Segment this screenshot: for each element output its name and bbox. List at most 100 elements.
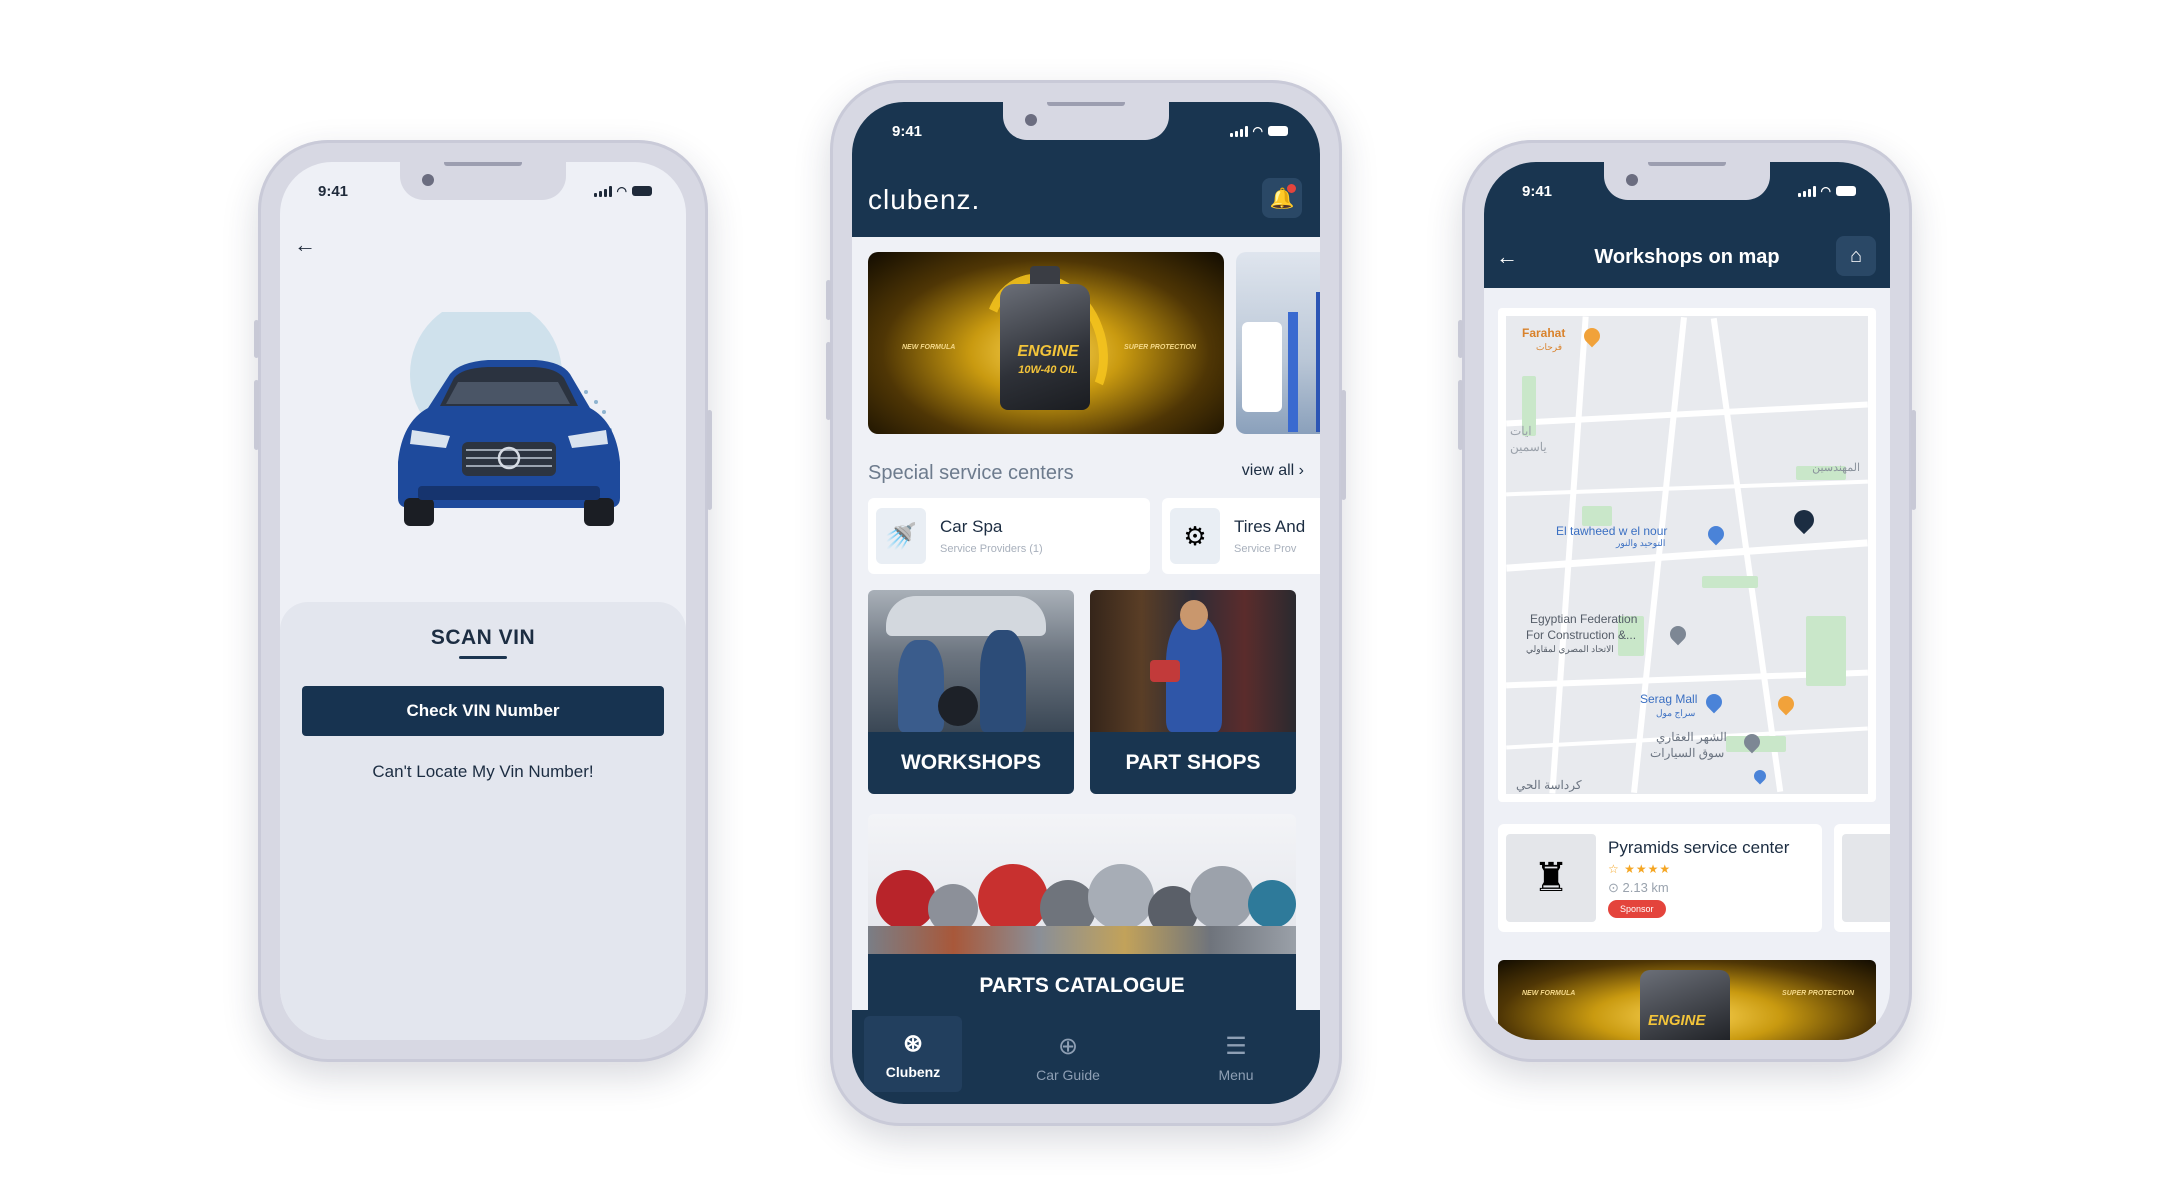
tab-label: Clubenz	[885, 1063, 941, 1080]
map-label-federation-2: For Construction &...	[1526, 628, 1637, 642]
map-label-aiyat: ايات	[1510, 424, 1532, 438]
service-name: Tires And	[1234, 517, 1306, 536]
status-time: 9:41	[318, 182, 349, 200]
service-subtitle: Service Providers (1)	[940, 543, 1043, 555]
service-name: Car Spa	[940, 517, 1003, 536]
home-icon[interactable]: ⌂	[1836, 236, 1876, 276]
map-label-federation-ar: الاتحاد المصري لمقاولي	[1526, 644, 1614, 654]
banner-tag-right: SUPER PROTECTION	[1782, 990, 1854, 997]
back-arrow-icon[interactable]: ←	[294, 232, 316, 258]
phone-workshops-map: ← Workshops on map ⌂ 9:41 ◠ Farahat فرحا…	[1458, 140, 1916, 1062]
signal-icon	[1797, 185, 1816, 197]
workshops-image	[868, 590, 1074, 732]
notch	[400, 162, 566, 200]
section-title: Special service centers	[868, 462, 1074, 484]
map-label-kardasa: كرداسة الحي	[1516, 778, 1582, 792]
map-label-tawheed-ar: التوحيد والنور	[1616, 538, 1666, 548]
banner-tag-right: SUPER PROTECTION	[1124, 344, 1196, 351]
battery-icon	[1836, 186, 1856, 196]
bell-icon[interactable]: 🔔	[1262, 178, 1302, 218]
banner-line1: ENGINE	[1017, 343, 1079, 360]
cant-locate-vin-link[interactable]: Can't Locate My Vin Number!	[280, 762, 686, 782]
status-icons: ◠	[1229, 124, 1288, 138]
banner-line2: 10W-40 OIL	[1018, 363, 1078, 376]
scan-vin-panel: SCAN VIN Check VIN Number Can't Locate M…	[280, 602, 686, 1040]
banner-tag-left: NEW FORMULA	[1522, 990, 1576, 997]
wifi-icon: ◠	[1820, 184, 1831, 198]
car-illustration	[398, 312, 620, 526]
workshops-tile[interactable]: WORKSHOPS	[868, 590, 1074, 794]
banner-product-text: ENGINE 10W-40 OIL	[1008, 343, 1088, 378]
promo-banner[interactable]: ENGINE 10W-40 OIL NEW FORMULA SUPER PROTE…	[868, 252, 1224, 434]
promo-banner-next[interactable]	[1236, 252, 1320, 434]
title-underline	[459, 656, 507, 659]
battery-icon	[1268, 126, 1288, 136]
blue-pin-icon[interactable]	[1702, 690, 1726, 714]
map-label-serag-ar: سراج مول	[1656, 708, 1696, 718]
tire-icon: ⚙	[1170, 508, 1220, 564]
map-label-aqari-2: سوق السيارات	[1650, 746, 1725, 760]
map-label-yasmin: ياسمين	[1510, 440, 1547, 454]
check-vin-button[interactable]: Check VIN Number	[302, 686, 664, 736]
workshops-label: WORKSHOPS	[868, 732, 1074, 794]
tab-car-guide[interactable]: ⊕ Car Guide	[984, 1010, 1152, 1104]
notch	[1003, 102, 1169, 140]
clubenz-logo: clubenz.	[868, 184, 981, 215]
blue-pin-icon[interactable]	[1704, 522, 1728, 546]
notification-dot	[1287, 184, 1296, 193]
map-label-federation: Egyptian Federation	[1530, 612, 1638, 626]
view-all-link[interactable]: view all ›	[1242, 462, 1304, 480]
orange-pin-icon[interactable]	[1774, 692, 1798, 716]
promo-banner[interactable]: ENGINE NEW FORMULA SUPER PROTECTION	[1498, 960, 1876, 1040]
workshop-logo-icon: ♜	[1506, 834, 1596, 922]
screen: ← Workshops on map ⌂ 9:41 ◠ Farahat فرحا…	[1484, 162, 1890, 1040]
tab-label: Car Guide	[1036, 1066, 1100, 1083]
car-spa-icon: 🚿	[876, 508, 926, 564]
clubenz-icon: ⊛	[902, 1029, 924, 1057]
workshop-card-next[interactable]	[1834, 824, 1890, 932]
tab-menu[interactable]: ☰ Menu	[1152, 1010, 1320, 1104]
current-location-pin-icon[interactable]	[1789, 505, 1819, 535]
distance-value: 2.13 km	[1622, 880, 1669, 895]
service-card-tires[interactable]: ⚙ Tires And Service Prov	[1162, 498, 1320, 574]
workshops-map[interactable]: Farahat فرحات ايات ياسمين المهندسين El t…	[1498, 308, 1876, 802]
map-label-serag: Serag Mall	[1640, 692, 1698, 706]
status-icons: ◠	[593, 184, 652, 198]
map-label-aqari: الشهر العقاري	[1656, 730, 1727, 744]
tab-label: Menu	[1218, 1066, 1254, 1083]
notch	[1604, 162, 1770, 200]
screen: 9:41 ◠ ← SCAN VIN Check VIN Number Can't…	[280, 162, 686, 1040]
page-title: Workshops on map	[1594, 246, 1780, 268]
bottom-tab-bar: ⊛ Clubenz ⊕ Car Guide ☰ Menu	[852, 1010, 1320, 1104]
phone-scan-vin: 9:41 ◠ ← SCAN VIN Check VIN Number Can't…	[254, 140, 712, 1062]
status-time: 9:41	[892, 122, 923, 140]
banner-line1: ENGINE	[1648, 1012, 1706, 1029]
parts-catalogue-tile[interactable]: PARTS CATALOGUE	[868, 814, 1296, 1018]
workshop-name: Pyramids service center	[1608, 838, 1790, 857]
parts-catalogue-label: PARTS CATALOGUE	[868, 954, 1296, 1018]
signal-icon	[593, 185, 612, 197]
tab-clubenz[interactable]: ⊛ Clubenz	[864, 1016, 962, 1092]
steering-icon: ⊕	[1057, 1032, 1079, 1060]
service-subtitle: Service Prov	[1234, 543, 1297, 555]
phone-home: clubenz. 🔔 9:41 ◠ ENGINE 10W-40 OIL NEW F…	[826, 80, 1346, 1126]
workshop-card[interactable]: ♜ Pyramids service center ☆ ★★★★ ⊙ 2.13 …	[1498, 824, 1822, 932]
showcase-stage: 9:41 ◠ ← SCAN VIN Check VIN Number Can't…	[0, 0, 2160, 1200]
workshop-distance: ⊙ 2.13 km	[1608, 880, 1669, 895]
scan-vin-title: SCAN VIN	[430, 626, 536, 649]
map-canvas[interactable]: Farahat فرحات ايات ياسمين المهندسين El t…	[1506, 316, 1868, 794]
part-shops-tile[interactable]: PART SHOPS	[1090, 590, 1296, 794]
part-shops-label: PART SHOPS	[1090, 732, 1296, 794]
status-icons: ◠	[1797, 184, 1856, 198]
wifi-icon: ◠	[1252, 124, 1263, 138]
grey-pin-icon[interactable]	[1666, 622, 1690, 646]
map-label-mohandseen: المهندسين	[1812, 462, 1860, 474]
map-label-farahat-ar: فرحات	[1536, 342, 1563, 352]
blue-pin-icon[interactable]	[1751, 767, 1769, 785]
service-card-car-spa[interactable]: 🚿 Car Spa Service Providers (1)	[868, 498, 1150, 574]
map-label-farahat: Farahat	[1522, 326, 1566, 340]
signal-icon	[1229, 125, 1248, 137]
status-time: 9:41	[1522, 182, 1553, 200]
part-shops-image	[1090, 590, 1296, 732]
rating-stars-icon: ☆ ★★★★	[1608, 862, 1672, 876]
